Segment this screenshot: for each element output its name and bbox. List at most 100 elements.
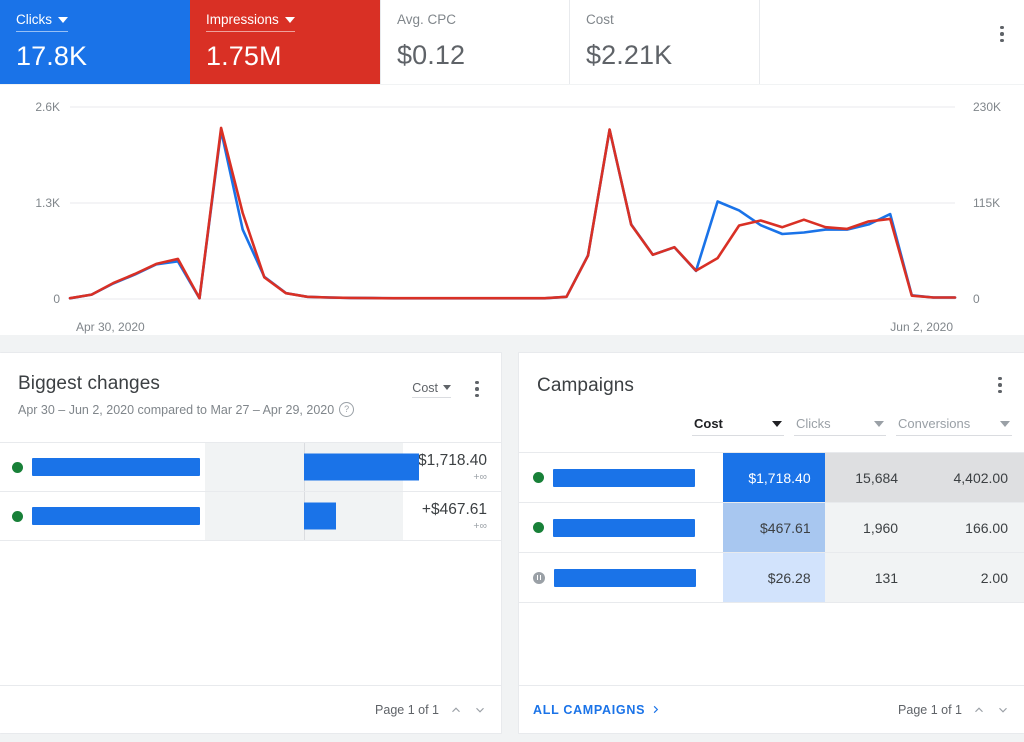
redacted-campaign-name xyxy=(32,507,200,525)
scorecard-impressions[interactable]: Impressions 1.75M xyxy=(190,0,380,84)
chevron-down-icon[interactable] xyxy=(996,703,1010,717)
scorecard-cost-header: Cost xyxy=(586,11,614,31)
redacted-campaign-name xyxy=(553,468,695,487)
green-dot-icon xyxy=(12,461,23,473)
biggest-changes-date-range: Apr 30 – Jun 2, 2020 compared to Mar 27 … xyxy=(18,402,335,417)
scorecard-avg-cpc-header: Avg. CPC xyxy=(397,11,456,31)
biggest-changes-table: +$1,718.40 +∞ +$467.61 +∞ xyxy=(0,442,501,541)
scorecard-clicks-label: Clicks xyxy=(16,12,52,27)
kebab-dot xyxy=(998,389,1002,394)
campaigns-column-headers: Cost Clicks Conversions xyxy=(519,416,1024,436)
change-bar xyxy=(304,502,336,530)
kebab-dot xyxy=(1000,32,1004,36)
google-ads-overview-dashboard: Clicks 17.8K Impressions 1.75M Avg. CPC … xyxy=(0,0,1024,742)
pause-circle-icon xyxy=(533,571,545,584)
scorecard-cost-label: Cost xyxy=(586,12,614,27)
scorecard-cost-value: $2.21K xyxy=(586,40,673,70)
campaigns-column-clicks[interactable]: Clicks xyxy=(794,416,886,436)
campaigns-column-cost[interactable]: Cost xyxy=(692,416,784,436)
x-axis-tick-start: Apr 30, 2020 xyxy=(76,320,145,334)
kebab-dot xyxy=(998,383,1002,387)
scorecard-strip: Clicks 17.8K Impressions 1.75M Avg. CPC … xyxy=(0,0,1024,84)
campaign-clicks-cell: 15,684 xyxy=(824,452,913,503)
scorecard-avg-cpc[interactable]: Avg. CPC $0.12 xyxy=(380,0,570,84)
biggest-changes-page-label: Page 1 of 1 xyxy=(375,702,439,717)
scorecard-impressions-header[interactable]: Impressions xyxy=(206,11,295,32)
scorecard-avg-cpc-value: $0.12 xyxy=(397,40,466,70)
campaigns-page-label: Page 1 of 1 xyxy=(898,702,962,717)
chevron-up-icon[interactable] xyxy=(449,703,463,717)
scorecard-avg-cpc-label: Avg. CPC xyxy=(397,12,457,27)
y-axis-tick-left: 0 xyxy=(53,292,60,306)
performance-line-chart[interactable]: 0 0 1.3K 115K 2.6K 230K Apr 30, 2020 Jun 2, 202… xyxy=(0,85,1024,335)
chevron-down-icon[interactable] xyxy=(874,420,884,427)
kebab-dot xyxy=(475,387,479,391)
campaigns-table: $1,718.40 15,684 4,402.00 $467.61 1,960 166.0… xyxy=(519,452,1024,603)
campaign-conversions-cell: 166.00 xyxy=(912,502,1024,553)
table-row[interactable]: $26.28 131 2.00 xyxy=(519,552,1024,603)
biggest-changes-tools: Cost xyxy=(412,377,489,401)
y-axis-tick-left: 1.3K xyxy=(35,196,60,210)
kebab-menu-icon[interactable] xyxy=(465,377,489,401)
scorecard-clicks-header[interactable]: Clicks xyxy=(16,11,68,32)
campaigns-header: Campaigns xyxy=(519,353,1024,397)
scorecard-cost[interactable]: Cost $2.21K xyxy=(570,0,760,84)
chevron-down-icon[interactable] xyxy=(473,703,487,717)
biggest-changes-header: Biggest changes Apr 30 – Jun 2, 2020 com… xyxy=(0,353,501,417)
chevron-down-icon[interactable] xyxy=(772,420,782,427)
change-row-name-cell xyxy=(0,443,205,492)
table-row[interactable]: +$1,718.40 +∞ xyxy=(0,442,501,492)
redacted-campaign-name xyxy=(32,458,200,476)
table-row[interactable]: $1,718.40 15,684 4,402.00 xyxy=(519,452,1024,503)
biggest-changes-subtitle: Apr 30 – Jun 2, 2020 compared to Mar 27 … xyxy=(18,402,483,417)
chevron-up-icon[interactable] xyxy=(972,703,986,717)
campaign-row-name-cell xyxy=(519,453,723,503)
biggest-changes-metric-selector[interactable]: Cost xyxy=(412,381,451,398)
kebab-dot xyxy=(1000,38,1004,43)
campaign-cost-cell: $1,718.40 xyxy=(722,452,825,503)
chevron-down-icon[interactable] xyxy=(58,16,68,23)
chevron-right-icon xyxy=(653,705,659,714)
campaign-name xyxy=(533,518,722,537)
y-axis-tick-right: 115K xyxy=(973,196,1000,210)
y-axis-tick-right: 0 xyxy=(973,292,980,306)
change-row-bar-cell xyxy=(205,442,419,492)
campaigns-pager: Page 1 of 1 xyxy=(898,703,1010,717)
change-row-value-cell: +$467.61 +∞ xyxy=(403,492,501,541)
change-row-name-cell xyxy=(0,492,205,541)
campaign-cost-cell: $467.61 xyxy=(722,502,825,553)
all-campaigns-link[interactable]: ALL CAMPAIGNS xyxy=(533,703,661,717)
scorecard-clicks[interactable]: Clicks 17.8K xyxy=(0,0,190,84)
change-delta: +∞ xyxy=(473,519,487,532)
chevron-down-icon[interactable] xyxy=(284,16,295,23)
kebab-dot xyxy=(1000,25,1004,30)
campaigns-column-clicks-label: Clicks xyxy=(796,416,831,431)
campaign-name xyxy=(12,507,204,525)
campaign-conversions-cell: 4,402.00 xyxy=(912,452,1024,503)
table-row[interactable]: +$467.61 +∞ xyxy=(0,491,501,541)
campaign-name xyxy=(533,468,722,487)
help-circle-icon[interactable]: ? xyxy=(339,402,355,417)
bottom-panels: Biggest changes Apr 30 – Jun 2, 2020 com… xyxy=(0,344,1024,742)
change-row-bar-cell xyxy=(205,491,403,541)
kebab-dot xyxy=(475,393,479,398)
green-dot-icon xyxy=(12,510,23,522)
biggest-changes-panel: Biggest changes Apr 30 – Jun 2, 2020 com… xyxy=(0,352,502,734)
campaigns-column-conversions[interactable]: Conversions xyxy=(896,416,1012,436)
campaign-row-name-cell xyxy=(519,503,723,553)
table-row[interactable]: $467.61 1,960 166.00 xyxy=(519,502,1024,553)
campaign-name xyxy=(12,458,204,476)
chevron-down-icon[interactable] xyxy=(1000,420,1010,427)
campaign-clicks-cell: 1,960 xyxy=(824,502,913,553)
biggest-changes-metric-label: Cost xyxy=(412,380,438,395)
all-campaigns-label: ALL CAMPAIGNS xyxy=(533,702,646,717)
kebab-menu-icon[interactable] xyxy=(988,373,1012,397)
change-value: +$467.61 xyxy=(421,500,487,518)
change-bar xyxy=(304,453,419,481)
chevron-down-icon[interactable] xyxy=(443,385,451,390)
campaigns-footer: ALL CAMPAIGNS Page 1 of 1 xyxy=(519,685,1024,733)
redacted-campaign-name xyxy=(553,518,695,537)
green-dot-icon xyxy=(533,472,544,483)
green-dot-icon xyxy=(533,522,544,533)
kebab-menu-icon[interactable] xyxy=(990,22,1014,46)
